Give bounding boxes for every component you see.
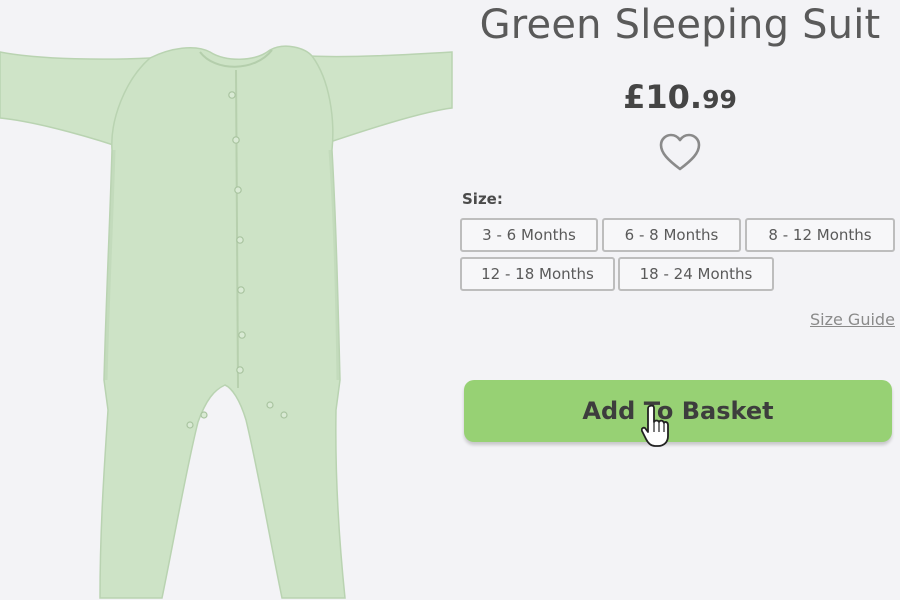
add-to-basket-button[interactable]: Add To Basket — [464, 380, 892, 442]
size-option-6-8-months[interactable]: 6 - 8 Months — [602, 218, 741, 252]
product-title: Green Sleeping Suit — [479, 2, 881, 48]
sleepsuit-illustration — [0, 45, 453, 599]
product-price: £10.99 — [470, 78, 890, 116]
wishlist-button[interactable] — [658, 132, 702, 174]
price-pence: 99 — [702, 85, 737, 114]
heart-outline-icon — [659, 133, 701, 171]
size-option-3-6-months[interactable]: 3 - 6 Months — [460, 218, 598, 252]
size-option-12-18-months[interactable]: 12 - 18 Months — [460, 257, 615, 291]
product-image — [0, 0, 455, 600]
size-option-8-12-months[interactable]: 8 - 12 Months — [745, 218, 895, 252]
product-page: Green Sleeping Suit £10.99 Size: 3 - 6 M… — [0, 0, 900, 600]
price-main: £10. — [623, 78, 703, 116]
size-guide-link[interactable]: Size Guide — [810, 310, 895, 329]
size-option-18-24-months[interactable]: 18 - 24 Months — [618, 257, 774, 291]
size-label: Size: — [462, 190, 503, 208]
